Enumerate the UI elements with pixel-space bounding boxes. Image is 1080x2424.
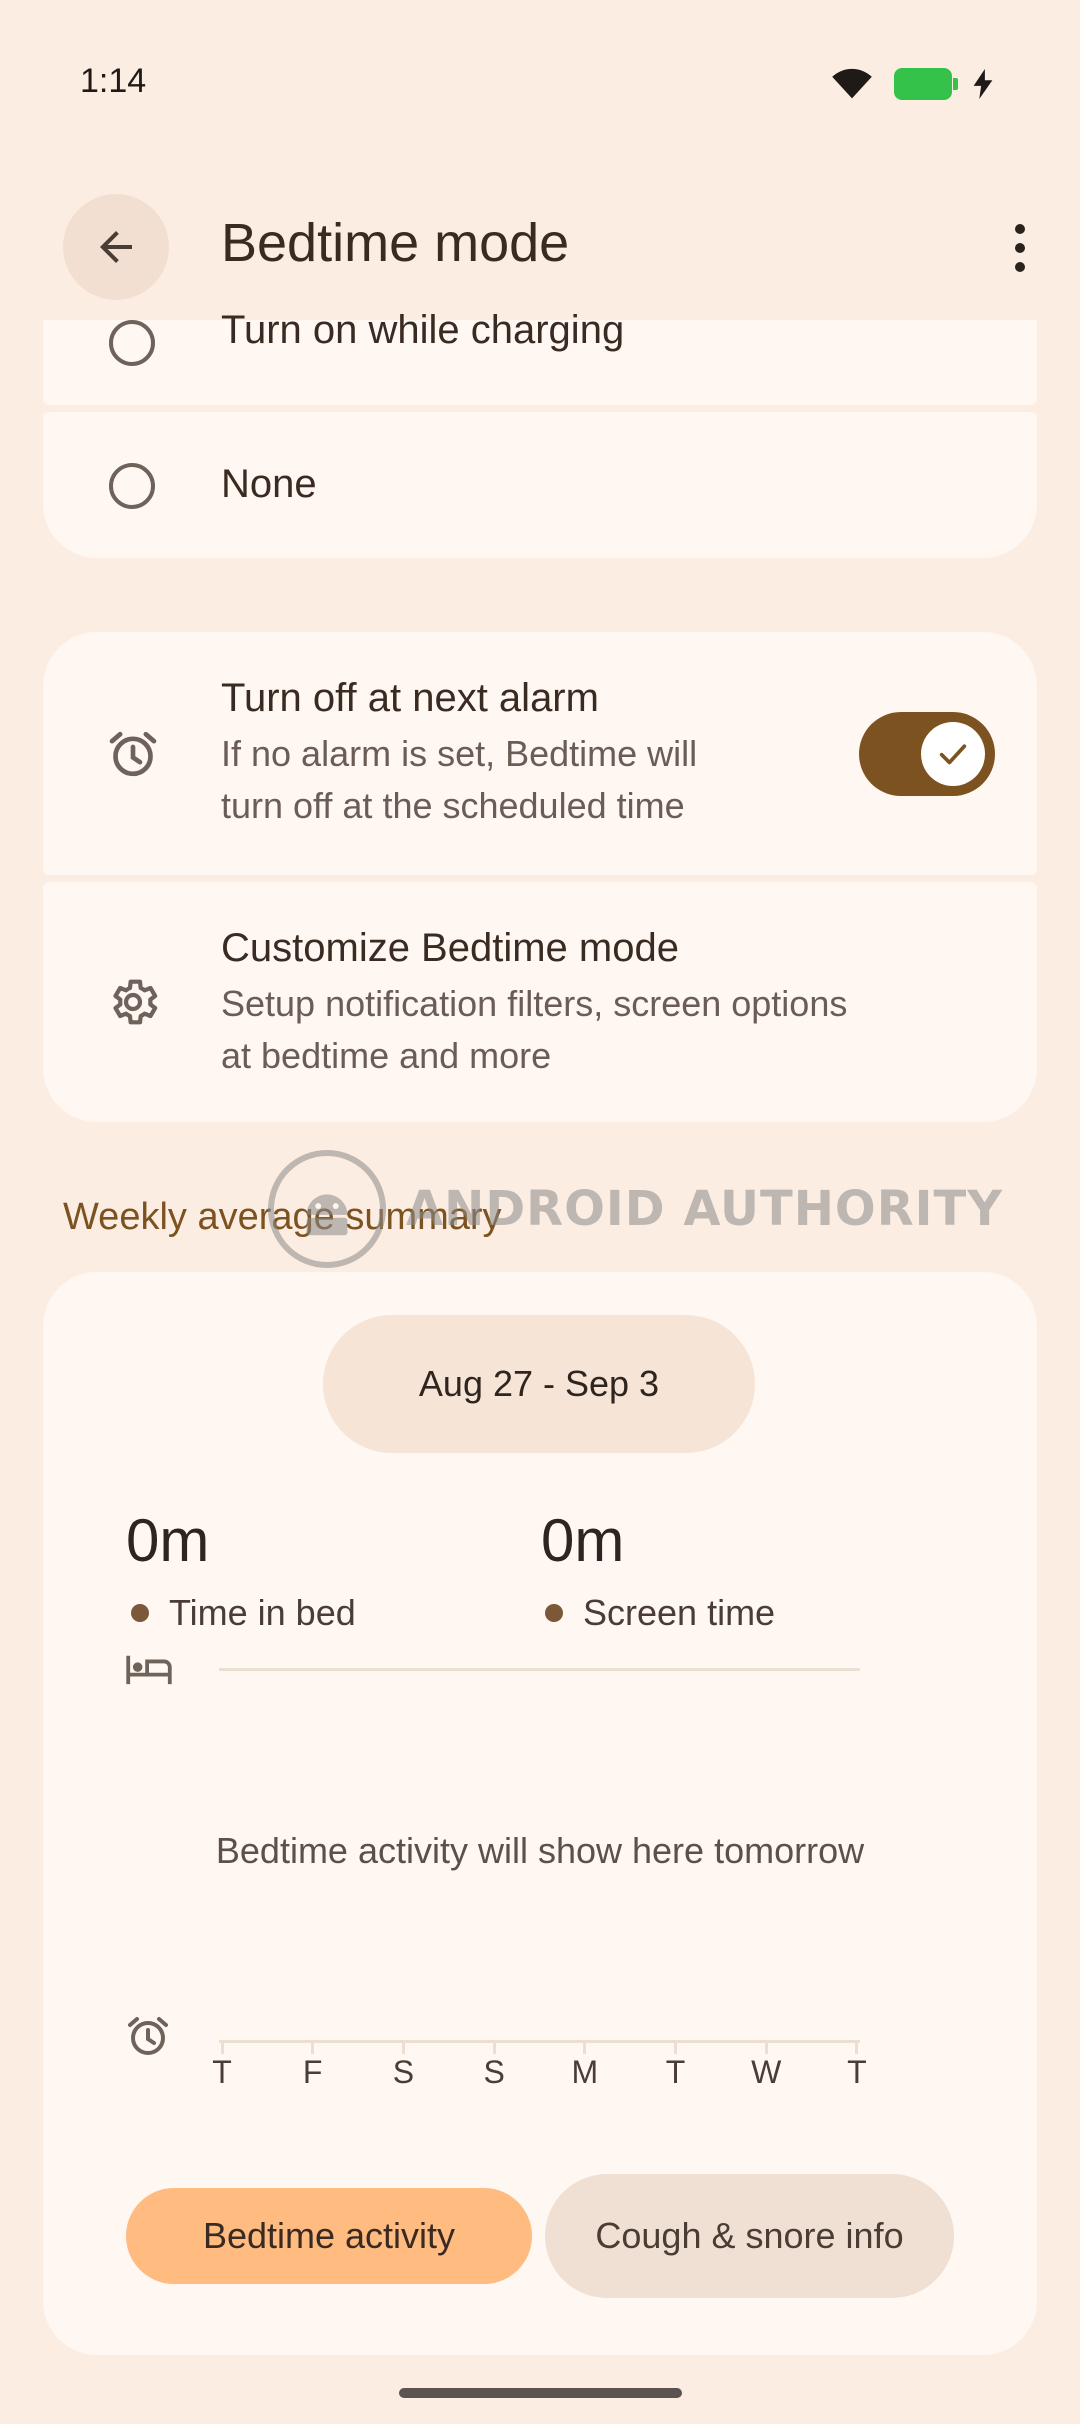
customize-subtitle-2: at bedtime and more bbox=[221, 1035, 552, 1076]
watermark: ANDROID AUTHORITY bbox=[268, 1150, 1003, 1268]
option-none[interactable]: None bbox=[43, 412, 1037, 558]
day-tick bbox=[311, 2040, 315, 2054]
watermark-text: ANDROID AUTHORITY bbox=[406, 1181, 1004, 1237]
screen-time-legend: Screen time bbox=[545, 1592, 775, 1634]
alarm-axis-icon bbox=[128, 2017, 168, 2055]
day-tick bbox=[220, 2040, 224, 2054]
more-vert-icon-dot bbox=[1015, 262, 1025, 272]
page-title: Bedtime mode bbox=[221, 213, 570, 273]
day-tick bbox=[855, 2040, 859, 2054]
alarm-title: Turn off at next alarm bbox=[221, 676, 599, 720]
android-head-icon bbox=[306, 1194, 348, 1236]
empty-chart-message: Bedtime activity will show here tomorrow bbox=[215, 1830, 865, 1871]
day-column: W bbox=[746, 2040, 786, 2091]
battery-icon bbox=[894, 68, 958, 100]
bed-icon bbox=[126, 1655, 172, 1685]
day-column: T bbox=[202, 2040, 242, 2091]
charging-bolt-icon bbox=[973, 69, 993, 99]
day-column: S bbox=[383, 2040, 423, 2091]
setting-customize-bedtime[interactable]: Customize Bedtime mode Setup notificatio… bbox=[43, 882, 1037, 1122]
back-button[interactable] bbox=[63, 194, 169, 300]
date-range-button[interactable]: Aug 27 - Sep 3 bbox=[323, 1315, 755, 1453]
day-label: T bbox=[212, 2054, 232, 2090]
day-column: F bbox=[293, 2040, 333, 2091]
gear-icon bbox=[113, 979, 158, 1025]
day-label: T bbox=[847, 2054, 867, 2090]
customize-subtitle-1: Setup notification filters, screen optio… bbox=[221, 983, 848, 1024]
day-tick bbox=[764, 2040, 768, 2054]
radio-turn-on-charging[interactable] bbox=[109, 320, 155, 366]
option-label: Turn on while charging bbox=[221, 308, 625, 352]
day-tick bbox=[583, 2040, 587, 2054]
status-icons bbox=[830, 66, 994, 102]
day-label: S bbox=[392, 2054, 415, 2090]
day-tick bbox=[401, 2040, 405, 2054]
day-label: F bbox=[302, 2054, 323, 2090]
day-column: T bbox=[837, 2040, 877, 2091]
legend-dot bbox=[545, 1604, 563, 1622]
day-label: S bbox=[483, 2054, 505, 2090]
toggle-knob bbox=[921, 722, 985, 786]
option-turn-on-charging[interactable]: Turn on while charging bbox=[43, 308, 1037, 405]
alarm-toggle[interactable] bbox=[859, 712, 995, 796]
screen-time-value: 0m bbox=[541, 1507, 625, 1574]
legend-dot bbox=[131, 1604, 149, 1622]
chart-top-line bbox=[219, 1668, 860, 1671]
android-logo-icon bbox=[268, 1150, 386, 1268]
wifi-icon bbox=[832, 68, 872, 99]
more-vert-icon-dot bbox=[1015, 243, 1025, 253]
day-tick bbox=[492, 2040, 496, 2054]
time-in-bed-value: 0m bbox=[126, 1507, 210, 1574]
day-label: W bbox=[751, 2054, 782, 2090]
day-label: T bbox=[665, 2054, 686, 2090]
more-options-button[interactable] bbox=[1000, 218, 1040, 278]
check-icon bbox=[939, 744, 967, 765]
day-column: T bbox=[656, 2040, 696, 2091]
day-column: M bbox=[565, 2040, 605, 2091]
day-tick bbox=[674, 2040, 678, 2054]
day-axis: T F S S M T W T bbox=[202, 2040, 877, 2091]
status-time: 1:14 bbox=[80, 62, 147, 100]
arrow-back-icon bbox=[100, 231, 132, 263]
day-label: M bbox=[571, 2054, 599, 2090]
time-in-bed-label: Time in bed bbox=[169, 1592, 356, 1633]
alarm-subtitle-2: turn off at the scheduled time bbox=[221, 785, 685, 826]
bedtime-activity-button[interactable]: Bedtime activity bbox=[126, 2188, 532, 2284]
option-label: None bbox=[221, 462, 317, 506]
time-in-bed-legend: Time in bed bbox=[131, 1592, 356, 1634]
cough-snore-info-button[interactable]: Cough & snore info bbox=[545, 2174, 954, 2298]
home-indicator[interactable] bbox=[399, 2388, 682, 2398]
alarm-subtitle-1: If no alarm is set, Bedtime will bbox=[221, 733, 698, 774]
alarm-icon bbox=[109, 731, 157, 777]
more-vert-icon-dot bbox=[1015, 224, 1025, 234]
screen-time-label: Screen time bbox=[583, 1592, 776, 1633]
customize-title: Customize Bedtime mode bbox=[221, 926, 679, 970]
radio-none[interactable] bbox=[109, 463, 155, 509]
day-column: S bbox=[474, 2040, 514, 2091]
